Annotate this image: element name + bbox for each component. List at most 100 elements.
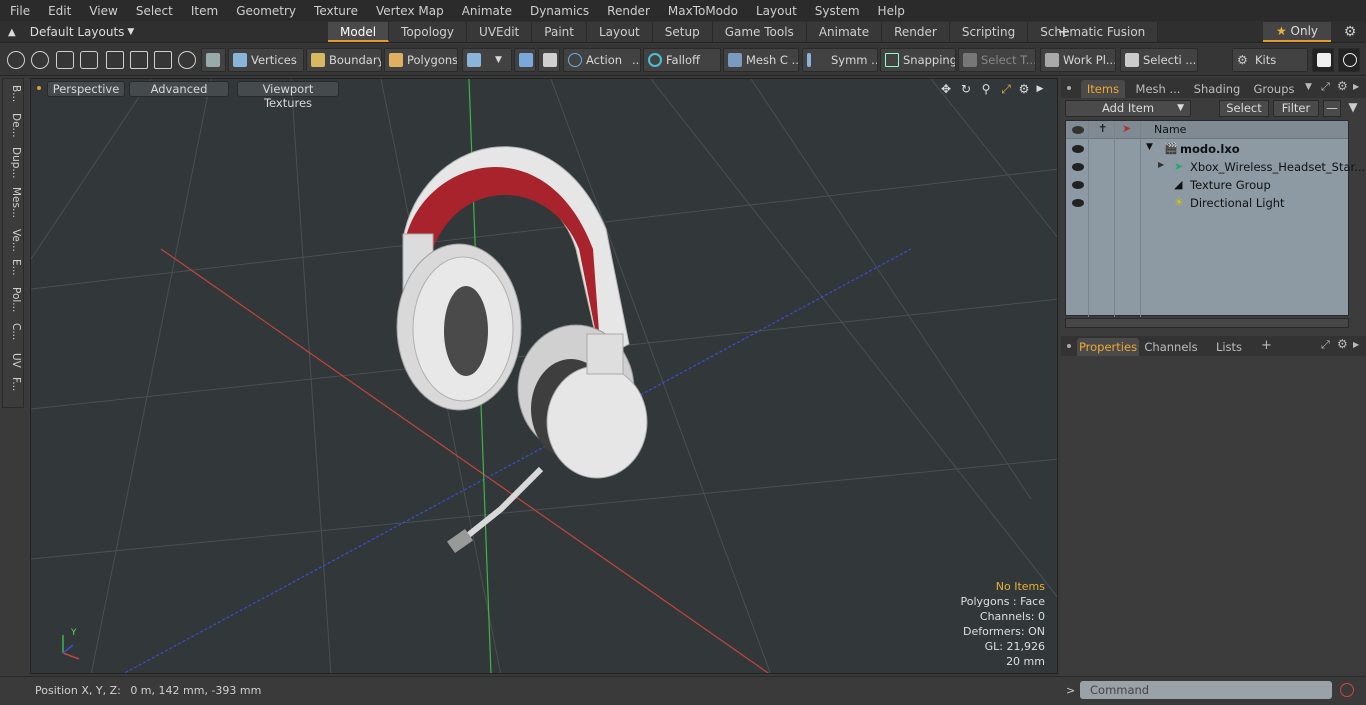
unreal-button[interactable] xyxy=(1338,48,1360,72)
pie-icon[interactable] xyxy=(178,51,196,69)
tab-layout[interactable]: Layout xyxy=(586,22,653,42)
menu-layout[interactable]: Layout xyxy=(746,4,805,18)
command-input[interactable]: Command xyxy=(1080,681,1332,699)
crosshair-icon[interactable] xyxy=(130,51,148,69)
menu-view[interactable]: View xyxy=(79,4,125,18)
list-item[interactable]: ☀ Directional Light xyxy=(1066,194,1348,212)
falloff-button[interactable]: Falloff xyxy=(643,48,721,72)
funnel-icon[interactable]: ▼ xyxy=(1345,100,1361,117)
eye-icon[interactable] xyxy=(1072,145,1084,153)
chevron-down-icon[interactable]: ▼ xyxy=(1305,82,1312,92)
panel-gear-icon[interactable]: ⚙ xyxy=(1337,337,1348,351)
layout-selector[interactable]: ▲ Default Layouts ▼ xyxy=(8,23,134,41)
tab-scripting[interactable]: Scripting xyxy=(949,22,1029,42)
menu-vertex-map[interactable]: Vertex Map xyxy=(366,4,452,18)
only-toggle[interactable]: ★ Only xyxy=(1263,22,1331,42)
panel-arrow-icon[interactable]: ▶ xyxy=(1353,340,1359,349)
add-item-button[interactable]: Add Item ▼ xyxy=(1065,100,1191,117)
symmetry-button[interactable]: Symm ... xyxy=(802,48,878,72)
expand-icon[interactable]: ⤢ xyxy=(1321,80,1330,94)
snapping-button[interactable]: Snapping xyxy=(880,48,956,72)
tab-groups[interactable]: Groups xyxy=(1251,80,1297,98)
items-list[interactable]: ✝ ➤ Name ▼ 🎬 modo.lxo ▶ ➤ Xbox_Wireless_… xyxy=(1065,120,1365,317)
work-plane-button[interactable]: Work Pl... xyxy=(1040,48,1116,72)
menu-animate[interactable]: Animate xyxy=(452,4,520,18)
tab-setup[interactable]: Setup xyxy=(652,22,713,42)
advanced-button[interactable]: Advanced xyxy=(129,81,229,97)
tab-shading[interactable]: Shading xyxy=(1189,80,1245,98)
action-button[interactable]: Action... xyxy=(563,48,641,72)
expand-arrow-icon[interactable]: ▼ xyxy=(1146,142,1153,152)
boundary-button[interactable]: Boundary xyxy=(306,48,382,72)
list-scrollbar[interactable] xyxy=(1065,318,1349,328)
polygons-button[interactable]: Polygons xyxy=(384,48,458,72)
add-tab-button[interactable]: + xyxy=(1261,338,1272,353)
name-column-header[interactable]: Name xyxy=(1154,123,1186,136)
menu-geometry[interactable]: Geometry xyxy=(226,4,304,18)
left-tab-uv[interactable]: UV xyxy=(6,353,22,368)
list-item[interactable]: ◢ Texture Group xyxy=(1066,176,1348,194)
circle-box-icon[interactable] xyxy=(154,51,172,69)
3d-viewport[interactable]: Y Perspective Advanced Viewport Textures… xyxy=(30,78,1058,674)
panel-arrow-icon[interactable]: ▶ xyxy=(1353,82,1359,91)
tab-mesh[interactable]: Mesh ... xyxy=(1131,80,1185,98)
left-tab-deform[interactable]: De... xyxy=(6,113,22,138)
tab-items[interactable]: Items xyxy=(1081,80,1125,98)
tab-paint[interactable]: Paint xyxy=(532,22,587,42)
tab-render[interactable]: Render xyxy=(882,22,950,42)
snap-face-button[interactable] xyxy=(538,48,560,72)
list-item[interactable]: ▼ 🎬 modo.lxo xyxy=(1066,140,1348,158)
add-tab-button[interactable]: + xyxy=(1057,22,1071,42)
lock-icon[interactable]: ✝ xyxy=(1098,122,1107,135)
tab-lists[interactable]: Lists xyxy=(1207,338,1251,356)
menu-render[interactable]: Render xyxy=(597,4,658,18)
select-button[interactable]: Select xyxy=(1219,100,1269,117)
globe-icon[interactable] xyxy=(31,51,49,69)
tab-animate[interactable]: Animate xyxy=(806,22,883,42)
selection-sets-button[interactable]: Selecti ... xyxy=(1120,48,1198,72)
left-tab-curve[interactable]: C... xyxy=(6,323,22,340)
filter-button[interactable]: Filter xyxy=(1273,100,1319,117)
align-icon[interactable] xyxy=(106,51,124,69)
material-button[interactable]: ▼ xyxy=(462,48,512,72)
menu-edit[interactable]: Edit xyxy=(38,4,79,18)
tab-schematic-fusion[interactable]: Schematic Fusion xyxy=(1028,22,1159,42)
left-tab-edge[interactable]: E... xyxy=(6,259,22,276)
eye-icon[interactable] xyxy=(1072,199,1084,207)
eye-icon[interactable] xyxy=(1072,163,1084,171)
maximize-icon[interactable]: ⤢ xyxy=(999,82,1013,96)
perspective-button[interactable]: Perspective xyxy=(47,81,125,97)
tab-channels[interactable]: Channels xyxy=(1143,338,1199,356)
kits-button[interactable]: ⚙ Kits xyxy=(1232,48,1308,72)
eye-icon[interactable] xyxy=(1072,181,1084,189)
panel-gear-icon[interactable]: ⚙ xyxy=(1337,79,1348,93)
menu-item[interactable]: Item xyxy=(181,4,226,18)
list-item[interactable]: ▶ ➤ Xbox_Wireless_Headset_Star... xyxy=(1066,158,1365,176)
record-icon[interactable] xyxy=(1340,683,1354,697)
select-through-button[interactable]: Select T... xyxy=(958,48,1036,72)
menu-select[interactable]: Select xyxy=(126,4,181,18)
unity-button[interactable] xyxy=(1312,48,1334,72)
tab-properties[interactable]: Properties xyxy=(1077,338,1139,356)
menu-texture[interactable]: Texture xyxy=(304,4,366,18)
viewport-textures-button[interactable]: Viewport Textures xyxy=(237,81,339,110)
zoom-icon[interactable]: ⚲ xyxy=(979,82,993,96)
tab-model[interactable]: Model xyxy=(328,22,390,42)
menu-maxtomodo[interactable]: MaxToModo xyxy=(658,4,746,18)
expand-arrow-icon[interactable]: ▶ xyxy=(1158,160,1164,169)
pan-icon[interactable]: ✥ xyxy=(939,82,953,96)
gear-icon[interactable]: ⚙ xyxy=(1340,22,1360,42)
menu-system[interactable]: System xyxy=(805,4,868,18)
tab-game-tools[interactable]: Game Tools xyxy=(712,22,807,42)
expand-icon[interactable]: ⤢ xyxy=(1321,338,1330,352)
left-tab-basic[interactable]: B... xyxy=(6,85,22,102)
sphere-select-icon[interactable] xyxy=(7,51,25,69)
vertices-button[interactable]: Vertices xyxy=(228,48,304,72)
viewport-gear-icon[interactable]: ⚙ xyxy=(1017,82,1031,96)
tab-topology[interactable]: Topology xyxy=(389,22,468,42)
viewport-arrow-icon[interactable]: ▶ xyxy=(1033,82,1047,96)
eye-icon[interactable] xyxy=(1072,126,1084,134)
tab-uvedit[interactable]: UVEdit xyxy=(467,22,533,42)
rotate-icon[interactable]: ↻ xyxy=(959,82,973,96)
left-tab-duplicate[interactable]: Dup... xyxy=(6,147,22,178)
